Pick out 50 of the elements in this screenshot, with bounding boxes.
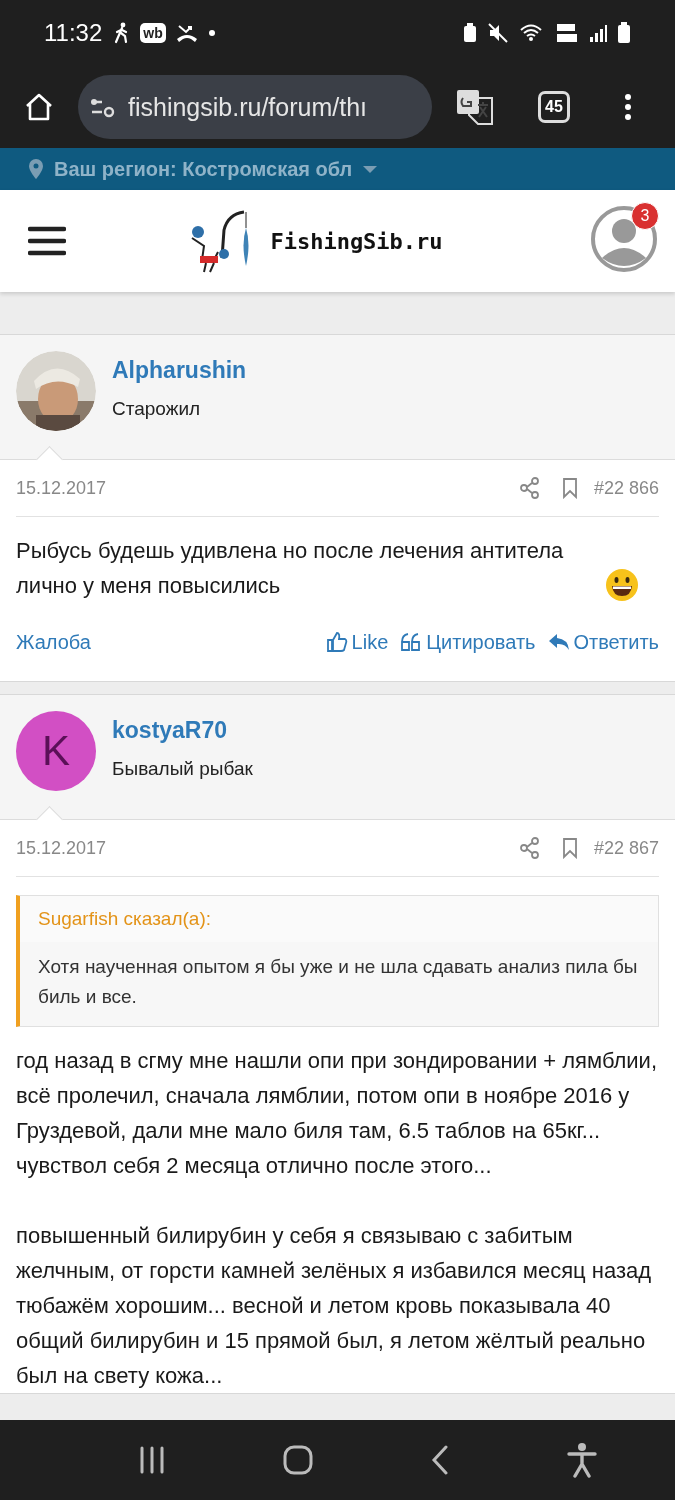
region-bar[interactable]: Ваш регион: Костромская обл (0, 148, 675, 190)
letter-avatar: K (16, 711, 96, 791)
tab-count[interactable]: 45 (538, 91, 570, 123)
site-settings-icon[interactable] (90, 96, 116, 118)
bookmark-icon[interactable] (561, 837, 578, 859)
user-rank: Бывалый рыбак (112, 758, 253, 780)
post-date[interactable]: 15.12.2017 (16, 837, 107, 859)
author-name[interactable]: Alpharushin (112, 357, 247, 384)
like-button[interactable]: Like (325, 630, 389, 654)
author-name[interactable]: kostyaR70 (112, 717, 253, 744)
post-text: год назад в сгму мне нашли опи при зондировании + лямблии, всё пролечил, сначала лямблии, потом опи в ноябре 2016 у Груздевой, дали мне мало биля там, 6.5 таблов на 65кг... чувствол себя 2 месяца отлично после этого... (16, 1047, 659, 1180)
home-icon[interactable] (24, 92, 54, 122)
report-link[interactable]: Жалоба (16, 630, 91, 654)
menu-icon[interactable] (28, 226, 66, 256)
share-icon[interactable] (519, 477, 540, 499)
translate-icon[interactable] (456, 89, 494, 125)
recent-apps-icon[interactable] (138, 1446, 167, 1474)
post-date[interactable]: 15.12.2017 (16, 477, 107, 499)
post-text: повышенный билирубин у себя я связываю с забитым желчным, от горсти камней зелёных я избавился месяц назад тюбажём хорошим... весной и летом кровь показывала 40 общий билирубин и 15 прямой был, я летом жёлтый реально был на свету кожа... (16, 1222, 653, 1390)
signal-icon (589, 23, 607, 43)
notification-badge: 3 (631, 202, 659, 230)
home-button-icon[interactable] (283, 1445, 314, 1475)
user-rank: Старожил (112, 398, 202, 420)
missed-call-icon (175, 23, 198, 43)
dot-icon (207, 29, 216, 37)
post-number[interactable]: #22 867 (593, 837, 659, 859)
back-icon[interactable] (429, 1445, 450, 1475)
battery-icon (617, 22, 631, 44)
address-bar[interactable]: fishingsib.ru/forum/thı (78, 75, 432, 139)
mute-icon (487, 23, 509, 43)
quote-text: Хотя наученная опытом я бы уже и не шла сдавать анализ пила бы биль и все. (37, 955, 639, 1009)
post-text: Рыбусь будешь удивлена но после лечения антитела лично у меня повысились (16, 537, 565, 600)
share-icon[interactable] (519, 837, 540, 859)
location-pin-icon (28, 158, 44, 180)
caret-icon (362, 165, 379, 173)
battery-saver-icon (463, 23, 477, 43)
quote-button[interactable]: Цитировать (400, 630, 536, 654)
accessibility-icon[interactable] (566, 1442, 597, 1478)
more-icon[interactable] (623, 93, 632, 121)
bookmark-icon[interactable] (561, 477, 578, 499)
site-logo-text[interactable]: FishingSib.ru (270, 228, 443, 254)
clock: 11:32 (44, 19, 103, 47)
app-badge: wb (140, 23, 166, 43)
reply-button[interactable]: Ответить (547, 630, 659, 654)
url-text: fishingsib.ru/forum/thı (128, 92, 367, 122)
post-number[interactable]: #22 866 (593, 477, 659, 499)
region-label: Ваш регион: Костромская обл (54, 157, 353, 181)
reply-arrow-icon (547, 632, 570, 652)
thumbs-up-icon (325, 631, 348, 653)
quote-marks-icon (400, 632, 423, 652)
